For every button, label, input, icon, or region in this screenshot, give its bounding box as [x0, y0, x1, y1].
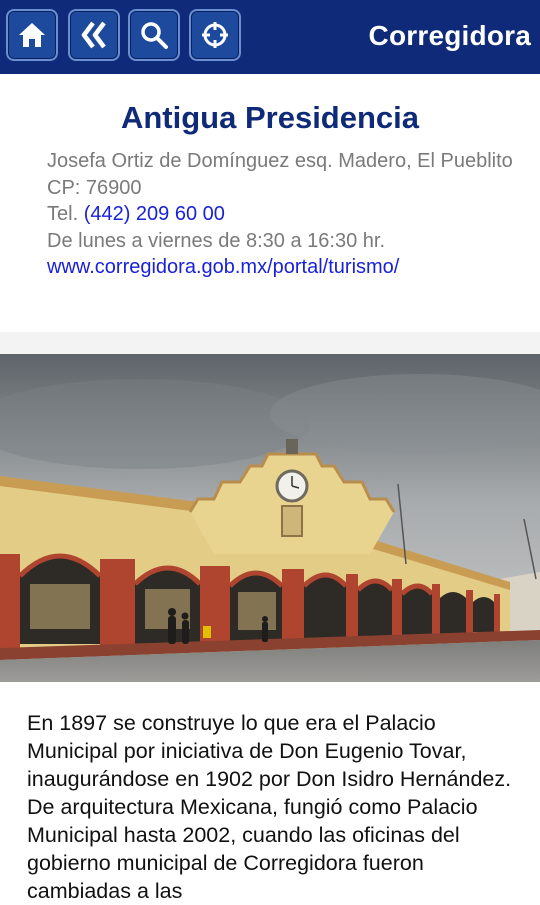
phone-link[interactable]: (442) 209 60 00: [84, 203, 225, 225]
back-icon: [81, 21, 106, 49]
building-photo-illustration: [0, 354, 540, 682]
location-button[interactable]: [189, 9, 241, 61]
place-description: En 1897 se construye lo que era el Palac…: [27, 711, 512, 903]
place-details: Josefa Ortiz de Domínguez esq. Madero, E…: [47, 148, 527, 281]
search-button[interactable]: [128, 9, 180, 61]
app-brand-title: Corregidora: [368, 20, 531, 51]
address-text: Josefa Ortiz de Domínguez esq. Madero, E…: [47, 150, 513, 172]
phone-line: Tel. (442) 209 60 00: [47, 201, 527, 228]
back-button[interactable]: [68, 9, 120, 61]
place-title: Antigua Presidencia: [120, 100, 420, 135]
section-divider: [0, 332, 540, 354]
crosshair-icon: [202, 22, 228, 48]
home-button[interactable]: [6, 9, 58, 61]
search-icon: [141, 22, 168, 49]
hours-text: De lunes a viernes de 8:30 a 16:30 hr.: [47, 229, 386, 252]
top-bar: Corregidora: [0, 0, 540, 74]
home-icon: [19, 23, 45, 47]
building-photo: [0, 354, 540, 682]
phone-label: Tel.: [47, 203, 84, 225]
postal-code-text: CP: 76900: [47, 176, 142, 199]
place-info-card: Antigua Presidencia Josefa Ortiz de Domí…: [0, 74, 540, 332]
website-link[interactable]: www.corregidora.gob.mx/portal/turismo/: [47, 256, 399, 278]
